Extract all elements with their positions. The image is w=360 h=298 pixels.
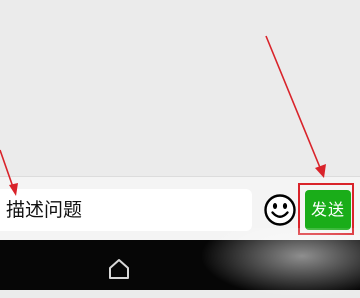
message-input-bar: 描述问题 发送 xyxy=(0,176,360,241)
chat-area xyxy=(0,0,360,176)
emoji-button[interactable] xyxy=(263,193,297,227)
send-button[interactable]: 发送 xyxy=(305,190,351,230)
system-navigation-bar xyxy=(0,240,360,290)
message-input[interactable]: 描述问题 xyxy=(0,189,252,231)
home-icon xyxy=(109,259,129,279)
home-button[interactable] xyxy=(107,258,131,280)
smiley-face-icon xyxy=(264,194,296,226)
